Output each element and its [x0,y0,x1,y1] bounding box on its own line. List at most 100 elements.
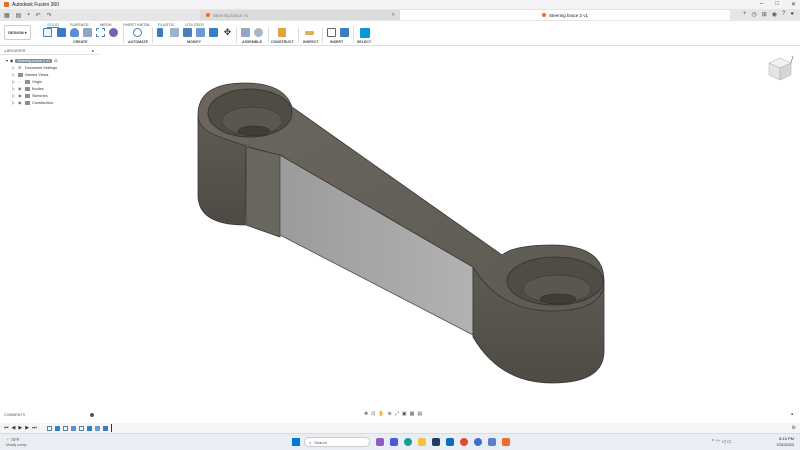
redo-icon[interactable]: ↷ [47,12,52,19]
timeline-extrude-feature[interactable] [70,425,76,431]
play-icon[interactable]: ▶ [18,425,22,431]
view-cube[interactable] [766,54,794,82]
start-button[interactable] [292,438,300,446]
activate-icon[interactable]: ◎ [54,58,57,63]
job-status-icon[interactable]: ◷ [752,11,757,18]
taskbar-search[interactable]: ⌕ Search [304,437,370,447]
insert-derive-icon[interactable] [327,28,336,37]
measure-icon[interactable] [305,31,314,35]
inspect-menu[interactable]: INSPECT [303,40,319,44]
form-icon[interactable] [109,28,118,37]
system-tray[interactable]: ^ ◠ ◁ ▭ [712,439,732,445]
left-boss-side-strip[interactable] [245,146,281,238]
modify-menu[interactable]: MODIFY [187,40,201,44]
left-through-hole[interactable] [237,125,271,137]
expand-icon[interactable]: ▷ [12,72,16,77]
press-pull-icon[interactable] [157,28,163,37]
fusion-taskbar-icon[interactable] [502,438,510,446]
display-settings-icon[interactable]: ▣ [402,411,407,417]
grid-menu-icon[interactable]: ▦ [4,12,10,19]
insert-menu[interactable]: INSERT [330,40,343,44]
browser-item-origin[interactable]: ▷ ◌ Origin [12,78,42,85]
construct-menu[interactable]: CONSTRUCT [271,40,294,44]
add-comment-icon[interactable] [90,413,94,417]
timeline-sketch-feature[interactable] [62,425,68,431]
step-forward-icon[interactable]: ▶ [25,425,29,431]
weather-widget[interactable]: ☀ 73°F Mostly sunny [6,437,26,447]
move-icon[interactable]: ✥ [223,28,232,37]
expand-viewport-icon[interactable]: ▪ [791,412,793,418]
browser-header[interactable]: ◂ BROWSER ● [0,47,100,55]
tab-surface[interactable]: SURFACE [70,22,89,27]
expand-icon[interactable]: ▷ [12,100,16,105]
browser-pin-icon[interactable]: ● [92,48,94,53]
close-icon[interactable]: ✕ [791,1,796,8]
visibility-icon[interactable]: ◉ [18,93,23,98]
hole-icon[interactable] [83,28,92,37]
expand-icon[interactable]: ▷ [12,65,16,70]
pattern-icon[interactable] [96,28,105,37]
minimize-icon[interactable]: – [760,1,763,8]
user-avatar[interactable]: ● [790,11,794,18]
insert-image-icon[interactable] [340,28,349,37]
fillet-icon[interactable] [170,28,179,37]
teams-icon[interactable] [390,438,398,446]
mail-icon[interactable] [446,438,454,446]
offset-plane-icon[interactable] [278,28,286,37]
comments-panel[interactable]: COMMENTS [4,412,96,418]
expand-icon[interactable]: ▷ [12,93,16,98]
visibility-icon[interactable]: ◌ [18,79,23,84]
timeline-chamfer-feature[interactable] [102,425,108,431]
battery-icon[interactable]: ▭ [727,439,732,445]
volume-icon[interactable]: ◁ [722,439,726,445]
right-through-hole[interactable] [539,293,577,305]
automate-menu[interactable]: AUTOMATE [128,40,148,44]
revolve-icon[interactable] [70,28,79,37]
expand-icon[interactable]: ▷ [12,86,16,91]
chevron-up-icon[interactable]: ^ [712,439,714,445]
browser-item-sketches[interactable]: ▷ ◉ Sketches [12,92,48,99]
grid-settings-icon[interactable]: ▦ [410,411,415,417]
tab-plastic[interactable]: PLASTIC [158,22,175,27]
tab-steering-brace-2[interactable]: Steering brace 2 v1 [400,10,730,20]
timeline-hole-feature[interactable] [86,425,92,431]
close-tab-icon[interactable]: ✕ [391,12,395,18]
save-icon[interactable]: ▪ [27,12,29,19]
taskbar-clock[interactable]: 8:15 PM 7/31/2023 [776,436,794,448]
viewports-icon[interactable]: ▤ [417,411,422,417]
look-at-icon[interactable]: ⊡ [371,411,375,417]
expand-icon[interactable]: ▾ [6,58,8,63]
timeline-fillet-feature[interactable] [94,425,100,431]
tab-utilities[interactable]: UTILITIES [185,22,204,27]
assemble-menu[interactable]: ASSEMBLE [242,40,262,44]
orbit-icon[interactable]: ✥ [364,411,368,417]
timeline-settings-icon[interactable]: ⚙ [792,425,796,431]
notifications-icon[interactable]: ◉ [772,11,777,18]
timeline-sketch-feature[interactable] [46,425,52,431]
new-sketch-icon[interactable] [43,28,52,37]
select-menu[interactable]: SELECT [357,40,371,44]
file-menu-icon[interactable]: ▤ [16,12,22,19]
chamfer-icon[interactable] [183,28,192,37]
create-menu[interactable]: CREATE [73,40,88,44]
tab-mesh[interactable]: MESH [100,22,112,27]
maximize-icon[interactable]: □ [775,1,779,8]
extrude-icon[interactable] [57,28,66,37]
help-icon[interactable]: ? [782,11,785,18]
file-explorer-icon[interactable] [418,438,426,446]
joint-icon[interactable] [254,28,263,37]
pan-icon[interactable]: ✋ [378,411,384,417]
browser-item-construction[interactable]: ▷ ◉ Construction [12,99,53,106]
undo-icon[interactable]: ↶ [35,12,40,19]
timeline-marker[interactable] [110,424,112,432]
fit-icon[interactable]: ⤢ [395,411,399,417]
new-tab-icon[interactable]: + [743,11,747,18]
wifi-icon[interactable]: ◠ [716,439,720,445]
edge-icon[interactable] [404,438,412,446]
zoom-icon[interactable]: ⊕ [388,411,392,417]
new-component-icon[interactable] [241,28,250,37]
combine-icon[interactable] [209,28,218,37]
browser-item-named-views[interactable]: ▷ Named Views [12,71,48,78]
go-to-start-icon[interactable]: ⏮ [4,425,9,431]
visibility-icon[interactable]: ◉ [18,100,23,105]
